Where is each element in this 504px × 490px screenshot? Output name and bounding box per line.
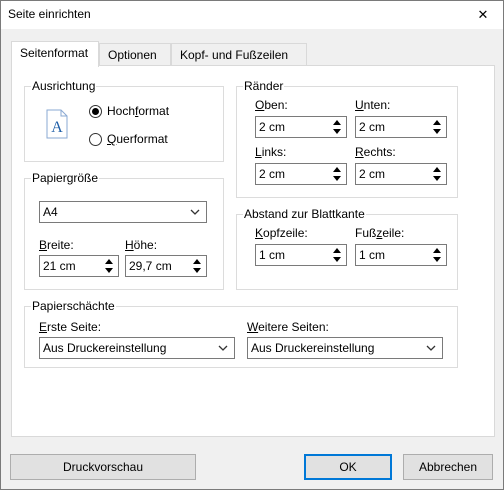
- tab-panel-seitenformat: Ausrichtung A Hochformat Querformat Ränd…: [11, 65, 495, 437]
- chevron-down-icon: [426, 345, 436, 351]
- tab-label: Seitenformat: [20, 46, 89, 60]
- button-label: OK: [339, 460, 357, 474]
- spin-up-icon[interactable]: [330, 165, 344, 174]
- button-label: Druckvorschau: [62, 460, 144, 474]
- spin-up-icon[interactable]: [430, 118, 444, 127]
- first-page-tray-select[interactable]: Aus Druckereinstellung: [39, 337, 235, 359]
- svg-text:A: A: [51, 119, 63, 136]
- spin-down-icon[interactable]: [190, 266, 204, 275]
- first-page-label: Erste Seite:: [39, 320, 102, 334]
- spin-down-icon[interactable]: [330, 127, 344, 136]
- right-margin-value: 2 cm: [359, 167, 386, 181]
- page-setup-dialog: Seite einrichten ✕ Seitenformat Optionen…: [0, 0, 504, 490]
- group-label: Papiergröße: [31, 171, 100, 185]
- group-label: Papierschächte: [31, 299, 116, 313]
- landscape-radio[interactable]: [89, 133, 102, 146]
- other-pages-label: Weitere Seiten:: [247, 320, 329, 334]
- height-label: Höhe:: [125, 238, 158, 252]
- print-preview-button[interactable]: Druckvorschau: [10, 454, 196, 480]
- bottom-margin-label: Unten:: [355, 98, 391, 112]
- other-pages-tray-value: Aus Druckereinstellung: [251, 341, 375, 355]
- spin-down-icon[interactable]: [430, 174, 444, 183]
- paper-trays-group: Papierschächte Erste Seite: Aus Druckere…: [24, 299, 458, 368]
- spin-down-icon[interactable]: [430, 127, 444, 136]
- title-bar: Seite einrichten ✕: [1, 1, 503, 29]
- paper-size-value: A4: [43, 205, 58, 219]
- group-label: Abstand zur Blattkante: [243, 207, 366, 221]
- other-pages-tray-select[interactable]: Aus Druckereinstellung: [247, 337, 443, 359]
- close-button[interactable]: ✕: [463, 1, 503, 29]
- spin-up-icon[interactable]: [190, 257, 204, 266]
- top-margin-value: 2 cm: [259, 120, 286, 134]
- paper-width-value: 21 cm: [43, 259, 76, 273]
- header-distance-input[interactable]: 1 cm: [255, 244, 347, 266]
- spin-up-icon[interactable]: [430, 165, 444, 174]
- bottom-margin-value: 2 cm: [359, 120, 386, 134]
- tab-label: Optionen: [108, 48, 157, 62]
- left-margin-label: Links:: [255, 145, 287, 159]
- footer-distance-label: Fußzeile:: [355, 226, 405, 240]
- width-label: Breite:: [39, 238, 74, 252]
- tab-kopf-fusszeilen[interactable]: Kopf- und Fußzeilen: [171, 43, 307, 66]
- right-margin-label: Rechts:: [355, 145, 396, 159]
- portrait-label[interactable]: Hochformat: [107, 104, 169, 118]
- footer-distance-input[interactable]: 1 cm: [355, 244, 447, 266]
- spin-up-icon[interactable]: [430, 246, 444, 255]
- chevron-down-icon: [190, 209, 200, 215]
- spin-down-icon[interactable]: [330, 174, 344, 183]
- group-label: Ränder: [243, 79, 285, 93]
- tab-label: Kopf- und Fußzeilen: [180, 48, 289, 62]
- spin-up-icon[interactable]: [102, 257, 116, 266]
- edge-distance-group: Abstand zur Blattkante Kopfzeile: 1 cm F…: [236, 207, 458, 290]
- window-title: Seite einrichten: [8, 7, 91, 21]
- button-label: Abbrechen: [418, 460, 478, 474]
- paper-height-value: 29,7 cm: [129, 259, 172, 273]
- spin-up-icon[interactable]: [330, 118, 344, 127]
- paper-size-select[interactable]: A4: [39, 201, 207, 223]
- paper-width-input[interactable]: 21 cm: [39, 255, 119, 277]
- spin-down-icon[interactable]: [102, 266, 116, 275]
- ok-button[interactable]: OK: [304, 454, 392, 480]
- paper-height-input[interactable]: 29,7 cm: [125, 255, 207, 277]
- spin-up-icon[interactable]: [330, 246, 344, 255]
- chevron-down-icon: [218, 345, 228, 351]
- close-icon: ✕: [477, 7, 489, 22]
- left-margin-value: 2 cm: [259, 167, 286, 181]
- tab-seitenformat[interactable]: Seitenformat: [11, 41, 99, 67]
- left-margin-input[interactable]: 2 cm: [255, 163, 347, 185]
- tab-optionen[interactable]: Optionen: [99, 43, 171, 66]
- bottom-margin-input[interactable]: 2 cm: [355, 116, 447, 138]
- portrait-page-icon: A: [46, 109, 68, 139]
- cancel-button[interactable]: Abbrechen: [403, 454, 493, 480]
- landscape-label[interactable]: Querformat: [107, 132, 168, 146]
- footer-distance-value: 1 cm: [359, 248, 386, 262]
- spin-down-icon[interactable]: [430, 255, 444, 264]
- first-page-tray-value: Aus Druckereinstellung: [43, 341, 167, 355]
- right-margin-input[interactable]: 2 cm: [355, 163, 447, 185]
- orientation-group: Ausrichtung A Hochformat Querformat: [24, 79, 224, 162]
- portrait-radio[interactable]: [89, 105, 102, 118]
- top-margin-label: Oben:: [255, 98, 288, 112]
- header-distance-value: 1 cm: [259, 248, 286, 262]
- top-margin-input[interactable]: 2 cm: [255, 116, 347, 138]
- header-distance-label: Kopfzeile:: [255, 226, 308, 240]
- spin-down-icon[interactable]: [330, 255, 344, 264]
- margins-group: Ränder Oben: 2 cm Unten: 2 cm Links: 2 c…: [236, 79, 458, 198]
- paper-size-group: Papiergröße A4 Breite: 21 cm Höhe: 29,7 …: [24, 171, 224, 290]
- group-label: Ausrichtung: [31, 79, 97, 93]
